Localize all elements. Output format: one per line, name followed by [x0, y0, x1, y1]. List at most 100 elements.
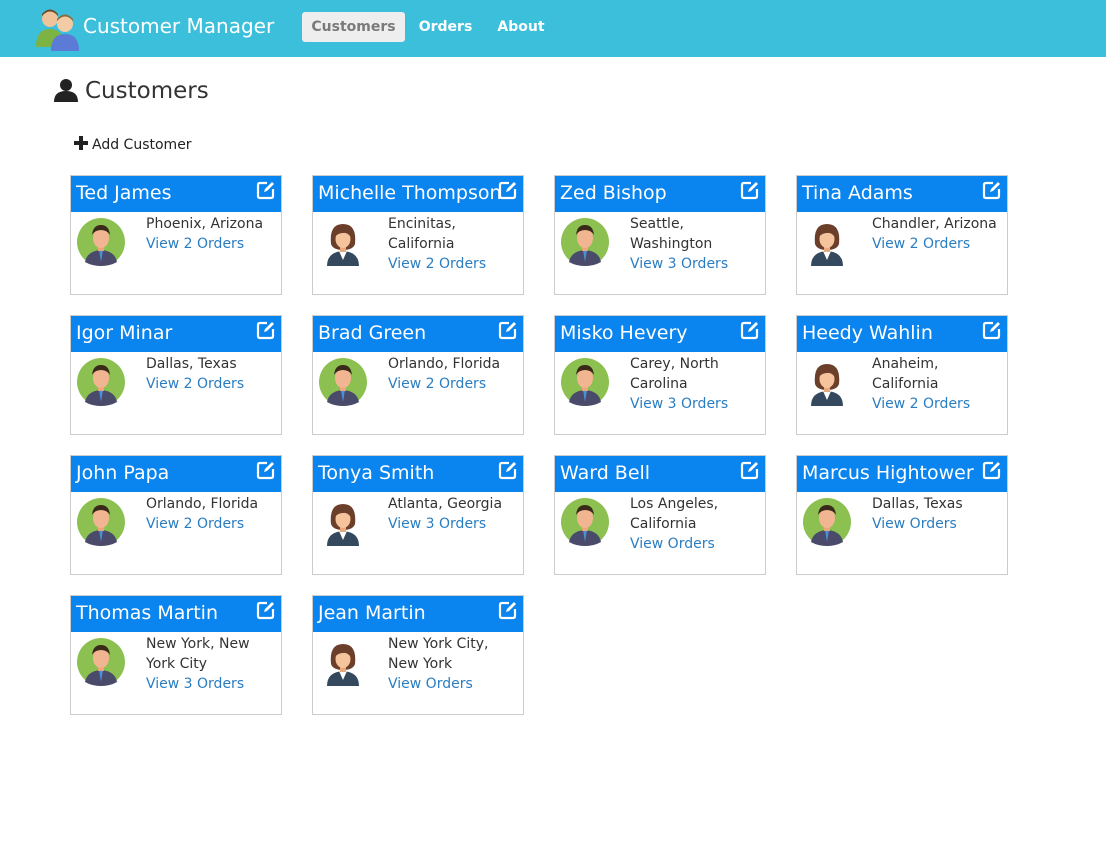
male-avatar	[77, 358, 125, 406]
edit-icon[interactable]	[740, 460, 760, 480]
edit-icon[interactable]	[982, 180, 1002, 200]
edit-icon[interactable]	[740, 320, 760, 340]
view-orders-link[interactable]: View 2 Orders	[872, 394, 1002, 414]
edit-icon[interactable]	[256, 180, 276, 200]
customer-location: New York City, New York	[388, 636, 489, 672]
customer-location: Anaheim, California	[872, 356, 939, 392]
edit-icon[interactable]	[740, 180, 760, 200]
customer-name[interactable]: Tina Adams	[802, 182, 913, 204]
customer-card: Marcus Hightower Dallas, Texas View Orders	[796, 455, 1008, 575]
view-orders-link[interactable]: View 3 Orders	[630, 254, 760, 274]
edit-icon[interactable]	[256, 320, 276, 340]
card-header: Thomas Martin	[71, 596, 281, 632]
customer-name[interactable]: Tonya Smith	[318, 462, 434, 484]
nav-orders[interactable]: Orders	[413, 12, 478, 42]
card-header: Ted James	[71, 176, 281, 212]
view-orders-link[interactable]: View 3 Orders	[146, 674, 276, 694]
customer-location: Orlando, Florida	[146, 496, 259, 512]
edit-icon[interactable]	[256, 600, 276, 620]
male-avatar	[77, 498, 125, 546]
edit-icon[interactable]	[498, 600, 518, 620]
customer-location: Encinitas, California	[388, 216, 456, 252]
customer-card: Heedy Wahlin Anaheim, California View 2 Or…	[796, 315, 1008, 435]
view-orders-link[interactable]: View 2 Orders	[146, 234, 276, 254]
edit-icon[interactable]	[498, 180, 518, 200]
male-avatar	[803, 498, 851, 546]
view-orders-link[interactable]: View 3 Orders	[630, 394, 760, 414]
customer-card: Tina Adams Chandler, Arizona View 2 Orders	[796, 175, 1008, 295]
edit-icon[interactable]	[498, 320, 518, 340]
female-avatar	[319, 218, 367, 266]
customer-location: Dallas, Texas	[872, 496, 963, 512]
customer-name[interactable]: Marcus Hightower	[802, 462, 974, 484]
customer-name[interactable]: Brad Green	[318, 322, 426, 344]
customer-card: Zed Bishop Seattle, Washington View 3 Orde…	[554, 175, 766, 295]
customer-location: Phoenix, Arizona	[146, 216, 264, 232]
customers-logo-icon	[36, 9, 79, 51]
customer-card: Misko Hevery Carey, North Carolina View 3 …	[554, 315, 766, 435]
customer-name[interactable]: John Papa	[76, 462, 169, 484]
customer-card: Brad Green Orlando, Florida View 2 Orders	[312, 315, 524, 435]
card-header: Zed Bishop	[555, 176, 765, 212]
edit-icon[interactable]	[982, 460, 1002, 480]
customer-card: Ward Bell Los Angeles, California View Ord…	[554, 455, 766, 575]
female-avatar	[319, 638, 367, 686]
customer-card: Thomas Martin New York, New York City View…	[70, 595, 282, 715]
view-orders-link[interactable]: View 2 Orders	[146, 514, 276, 534]
customer-name[interactable]: Igor Minar	[76, 322, 172, 344]
view-orders-link[interactable]: View 2 Orders	[872, 234, 1002, 254]
customer-location: Carey, North Carolina	[630, 356, 719, 392]
nav-customers[interactable]: Customers	[302, 12, 405, 42]
customer-card: Tonya Smith Atlanta, Georgia View 3 Orders	[312, 455, 524, 575]
app-title[interactable]: Customer Manager	[83, 14, 274, 38]
edit-icon[interactable]	[256, 460, 276, 480]
female-avatar	[803, 218, 851, 266]
customer-card: Jean Martin New York City, New York View O…	[312, 595, 524, 715]
customer-name[interactable]: Jean Martin	[318, 602, 426, 624]
customer-name[interactable]: Zed Bishop	[560, 182, 667, 204]
card-header: Marcus Hightower	[797, 456, 1007, 492]
customer-location: Orlando, Florida	[388, 356, 501, 372]
customer-name[interactable]: Ted James	[76, 182, 172, 204]
navbar: Customer Manager Customers Orders About	[0, 0, 1106, 57]
customer-card: Igor Minar Dallas, Texas View 2 Orders	[70, 315, 282, 435]
customer-name[interactable]: Thomas Martin	[76, 602, 218, 624]
customer-name[interactable]: Michelle Thompson	[318, 182, 502, 204]
edit-icon[interactable]	[498, 460, 518, 480]
female-avatar	[803, 358, 851, 406]
customer-name[interactable]: Misko Hevery	[560, 322, 688, 344]
customer-location: Los Angeles, California	[630, 496, 719, 532]
view-orders-link[interactable]: View 3 Orders	[388, 514, 518, 534]
card-header: Tina Adams	[797, 176, 1007, 212]
view-orders-link[interactable]: View 2 Orders	[146, 374, 276, 394]
customer-location: Chandler, Arizona	[872, 216, 997, 232]
page-title: Customers	[85, 78, 209, 104]
customer-location: Seattle, Washington	[630, 216, 713, 252]
view-orders-link[interactable]: View 2 Orders	[388, 254, 518, 274]
male-avatar	[319, 358, 367, 406]
card-header: Jean Martin	[313, 596, 523, 632]
add-customer-button[interactable]: Add Customer	[74, 136, 192, 154]
card-header: Igor Minar	[71, 316, 281, 352]
customer-card: Michelle Thompson Encinitas, California Vi…	[312, 175, 524, 295]
customer-location: Dallas, Texas	[146, 356, 237, 372]
user-icon	[54, 79, 78, 102]
card-header: Michelle Thompson	[313, 176, 523, 212]
nav-about[interactable]: About	[490, 12, 552, 42]
card-header: Heedy Wahlin	[797, 316, 1007, 352]
edit-icon[interactable]	[982, 320, 1002, 340]
view-orders-link[interactable]: View Orders	[630, 534, 760, 554]
male-avatar	[77, 218, 125, 266]
card-header: Brad Green	[313, 316, 523, 352]
customer-location: New York, New York City	[146, 636, 250, 672]
female-avatar	[319, 498, 367, 546]
card-header: Tonya Smith	[313, 456, 523, 492]
customer-card: John Papa Orlando, Florida View 2 Orders	[70, 455, 282, 575]
customer-card: Ted James Phoenix, Arizona View 2 Orders	[70, 175, 282, 295]
view-orders-link[interactable]: View Orders	[388, 674, 518, 694]
customer-name[interactable]: Ward Bell	[560, 462, 650, 484]
view-orders-link[interactable]: View Orders	[872, 514, 1002, 534]
view-orders-link[interactable]: View 2 Orders	[388, 374, 518, 394]
card-header: John Papa	[71, 456, 281, 492]
customer-name[interactable]: Heedy Wahlin	[802, 322, 933, 344]
